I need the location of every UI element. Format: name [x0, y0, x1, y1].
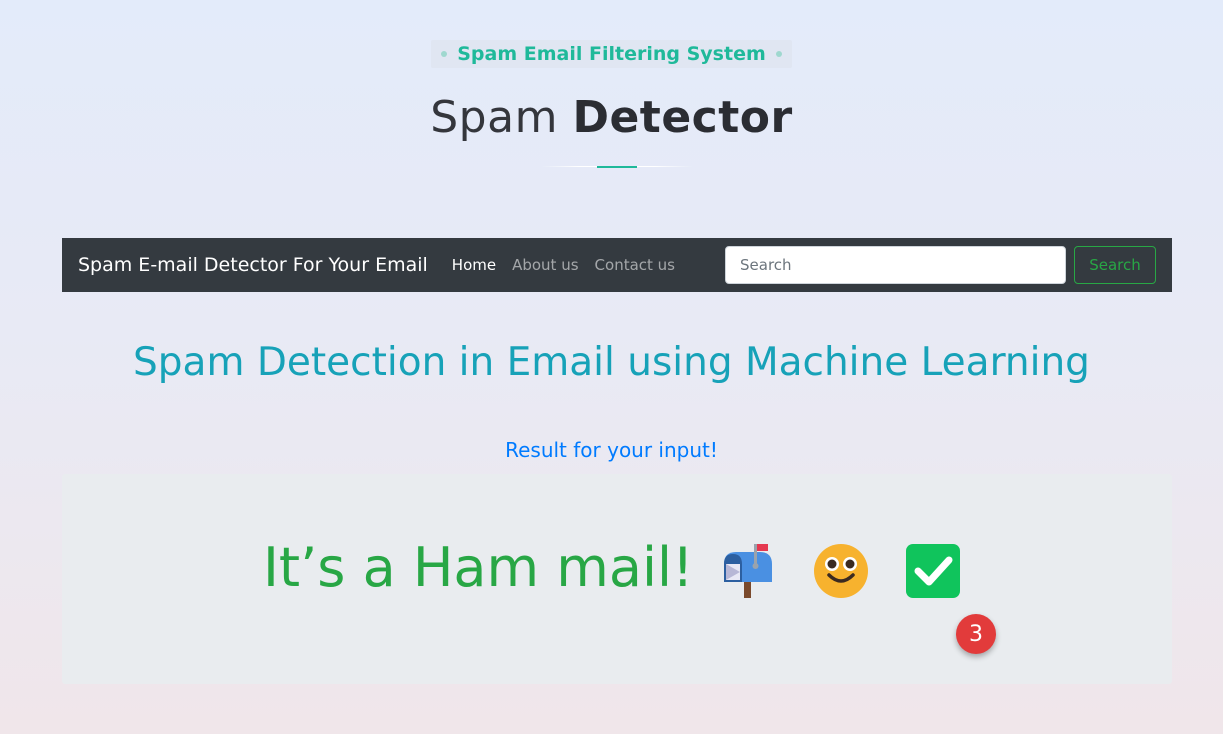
result-label: Result for your input! [505, 438, 718, 462]
mailbox-icon [724, 544, 772, 598]
smiling-face-icon [814, 544, 868, 598]
search-button[interactable]: Search [1074, 246, 1156, 284]
section-eyebrow: Spam Email Filtering System [0, 40, 1223, 68]
site-title: Spam Detector [0, 92, 1223, 143]
eyebrow-pill: Spam Email Filtering System [431, 40, 792, 68]
search-input[interactable] [725, 246, 1066, 284]
result-panel: It’s a Ham mail! 3 [62, 474, 1172, 684]
page-heading: Spam Detection in Email using Machine Le… [133, 340, 1090, 385]
eyebrow-text: Spam Email Filtering System [457, 43, 766, 65]
navbar-brand[interactable]: Spam E-mail Detector For Your Email [78, 254, 428, 276]
nav-link-about[interactable]: About us [512, 256, 578, 274]
dot-icon [775, 51, 782, 57]
site-title-light: Spam [430, 92, 558, 143]
title-underline-accent [597, 166, 637, 168]
nav-link-home[interactable]: Home [452, 256, 496, 274]
dot-icon [441, 51, 448, 57]
navbar: Spam E-mail Detector For Your Email Home… [62, 238, 1172, 292]
result-text: It’s a Ham mail! [263, 536, 694, 599]
check-mark-icon [906, 544, 960, 598]
notification-badge: 3 [956, 614, 996, 654]
nav-link-contact[interactable]: Contact us [595, 256, 675, 274]
site-title-bold: Detector [572, 92, 793, 143]
